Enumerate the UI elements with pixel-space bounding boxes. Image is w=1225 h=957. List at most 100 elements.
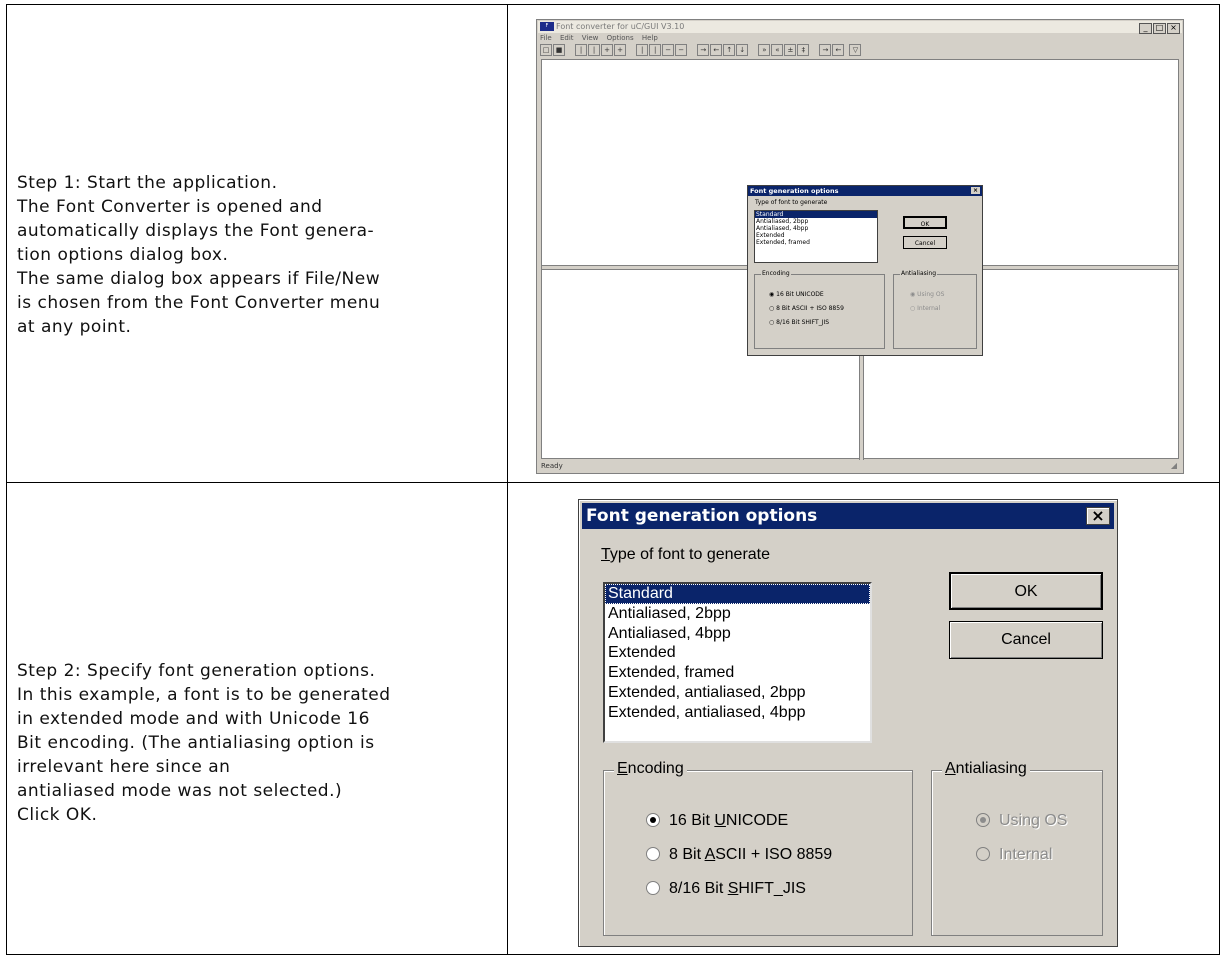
mini-radio-shiftjis[interactable]: ○ 8/16 Bit SHIFT_JIS (769, 319, 829, 326)
mini-radio-internal[interactable]: ○ Internal (910, 305, 940, 312)
radio-internal[interactable]: Internal (976, 845, 1052, 865)
step-1-line: The same dialog box appears if File/New (17, 269, 381, 289)
step-1-line: at any point. (17, 317, 132, 337)
step-2-line: in extended mode and with Unicode 16 (17, 709, 370, 729)
table-column-divider (507, 5, 508, 954)
save-icon[interactable]: ■ (553, 44, 565, 56)
workspace: Font generation options × Type of font t… (541, 59, 1179, 460)
mini-list-item[interactable]: Extended (755, 232, 877, 239)
menu-file[interactable]: File (540, 34, 552, 42)
app-title-bar: F Font converter for uC/GUI V3.10 _ □ × (538, 21, 1182, 34)
toolbar: □ ■ | | + + | | − − → ← ↑ ↓ » «± ‡ → ← ▽ (540, 44, 862, 57)
mini-type-label: Type of font to generate (755, 199, 828, 206)
toolbar-icon[interactable]: | (649, 44, 662, 56)
menu-help[interactable]: Help (642, 34, 658, 42)
antialiasing-group: Antialiasing Using OS Internal (931, 760, 1103, 936)
radio-shift-jis[interactable]: 8/16 Bit SHIFT_JIS (646, 879, 806, 899)
mini-radio-using-os[interactable]: ◉ Using OS (910, 291, 944, 298)
mini-encoding-label: Encoding (761, 270, 791, 277)
radio-16bit-unicode[interactable]: 16 Bit UNICODE (646, 811, 788, 831)
mini-close-icon[interactable]: × (971, 187, 980, 194)
new-file-icon[interactable]: □ (540, 44, 552, 56)
step-1-line: automatically displays the Font genera- (17, 221, 375, 241)
close-window-button[interactable]: × (1167, 23, 1180, 34)
mini-antialiasing-group: Antialiasing ◉ Using OS ○ Internal (893, 270, 977, 349)
toolbar-icon[interactable]: | (636, 44, 649, 56)
step-1-description: Step 1: Start the application. The Font … (17, 171, 497, 339)
toolbar-icon[interactable]: − (675, 44, 688, 56)
arrow-right-icon[interactable]: → (697, 44, 710, 56)
list-item[interactable]: Extended, framed (605, 663, 870, 683)
menu-bar: File Edit View Options Help (540, 34, 664, 42)
mini-list-item[interactable]: Extended, framed (755, 239, 877, 246)
mini-font-generation-dialog: Font generation options × Type of font t… (747, 185, 983, 356)
toolbar-icon[interactable]: − (662, 44, 675, 56)
step-2-description: Step 2: Specify font generation options.… (17, 659, 497, 827)
list-item[interactable]: Extended, antialiased, 2bpp (605, 683, 870, 703)
maximize-button[interactable]: □ (1153, 23, 1166, 34)
toolbar-icon[interactable]: « (771, 44, 784, 56)
radio-8bit-ascii[interactable]: 8 Bit ASCII + ISO 8859 (646, 845, 832, 865)
toolbar-icon[interactable]: ‡ (797, 44, 810, 56)
menu-edit[interactable]: Edit (560, 34, 574, 42)
menu-options[interactable]: Options (607, 34, 634, 42)
table-row-divider (7, 482, 1219, 483)
mini-ok-button[interactable]: OK (903, 216, 947, 229)
menu-view[interactable]: View (582, 34, 599, 42)
step-1-line: is chosen from the Font Converter menu (17, 293, 381, 313)
toolbar-icon[interactable]: + (601, 44, 614, 56)
font-generation-options-dialog: Font generation options × Type of font t… (578, 499, 1118, 947)
mini-list-item[interactable]: Standard (755, 211, 877, 218)
arrow-left-icon[interactable]: ← (710, 44, 723, 56)
resize-grip-icon[interactable]: ◢ (1171, 460, 1177, 471)
toolbar-icon[interactable]: → (819, 44, 832, 56)
antialiasing-label: Antialiasing (942, 760, 1030, 778)
step-2-line: Step 2: Specify font generation options. (17, 661, 376, 681)
list-item[interactable]: Antialiased, 2bpp (605, 604, 870, 624)
list-item[interactable]: Extended (605, 643, 870, 663)
radio-unselected-icon (646, 881, 660, 895)
mini-radio-ascii[interactable]: ○ 8 Bit ASCII + ISO 8859 (769, 305, 844, 312)
mini-list-item[interactable]: Antialiased, 4bpp (755, 225, 877, 232)
mini-encoding-group: Encoding ◉ 16 Bit UNICODE ○ 8 Bit ASCII … (754, 270, 885, 349)
ok-button[interactable]: OK (949, 572, 1103, 610)
list-item[interactable]: Antialiased, 4bpp (605, 624, 870, 644)
app-icon: F (540, 22, 554, 31)
toolbar-icon[interactable]: + (614, 44, 627, 56)
encoding-label: Encoding (614, 760, 687, 778)
font-type-list[interactable]: Standard Antialiased, 2bpp Antialiased, … (603, 582, 872, 743)
dialog-title: Font generation options (586, 506, 818, 526)
status-bar: Ready ◢ (541, 461, 1179, 472)
step-2-line: In this example, a font is to be generat… (17, 685, 391, 705)
step-1-line: The Font Converter is opened and (17, 197, 323, 217)
arrow-up-icon[interactable]: ↑ (723, 44, 736, 56)
list-item[interactable]: Extended, antialiased, 4bpp (605, 703, 870, 723)
radio-unselected-icon (976, 847, 990, 861)
close-icon[interactable]: × (1086, 507, 1110, 525)
toolbar-icon[interactable]: | (588, 44, 601, 56)
mini-radio-unicode[interactable]: ◉ 16 Bit UNICODE (769, 291, 824, 298)
radio-unselected-icon (646, 847, 660, 861)
toolbar-icon[interactable]: ± (784, 44, 797, 56)
filter-icon[interactable]: ▽ (849, 44, 862, 56)
toolbar-icon[interactable]: » (758, 44, 771, 56)
step-2-line: antialiased mode was not selected.) (17, 781, 343, 801)
window-controls: _ □ × (1138, 22, 1180, 34)
type-of-font-label: Type of font to generate (601, 546, 771, 563)
status-text: Ready (541, 462, 563, 470)
list-item[interactable]: Standard (605, 584, 870, 604)
toolbar-icon[interactable]: | (575, 44, 588, 56)
mini-cancel-button[interactable]: Cancel (903, 236, 947, 249)
step-1-line: Step 1: Start the application. (17, 173, 278, 193)
dialog-title-bar: Font generation options × (582, 503, 1114, 529)
mini-dialog-title: Font generation options × (748, 186, 982, 196)
mini-list-item[interactable]: Antialiased, 2bpp (755, 218, 877, 225)
mini-font-type-list[interactable]: Standard Antialiased, 2bpp Antialiased, … (754, 210, 878, 263)
toolbar-icon[interactable]: ← (832, 44, 845, 56)
cancel-button[interactable]: Cancel (949, 621, 1103, 659)
radio-selected-icon (976, 813, 990, 827)
radio-selected-icon (646, 813, 660, 827)
radio-using-os[interactable]: Using OS (976, 811, 1067, 831)
arrow-down-icon[interactable]: ↓ (736, 44, 749, 56)
minimize-button[interactable]: _ (1139, 23, 1152, 34)
